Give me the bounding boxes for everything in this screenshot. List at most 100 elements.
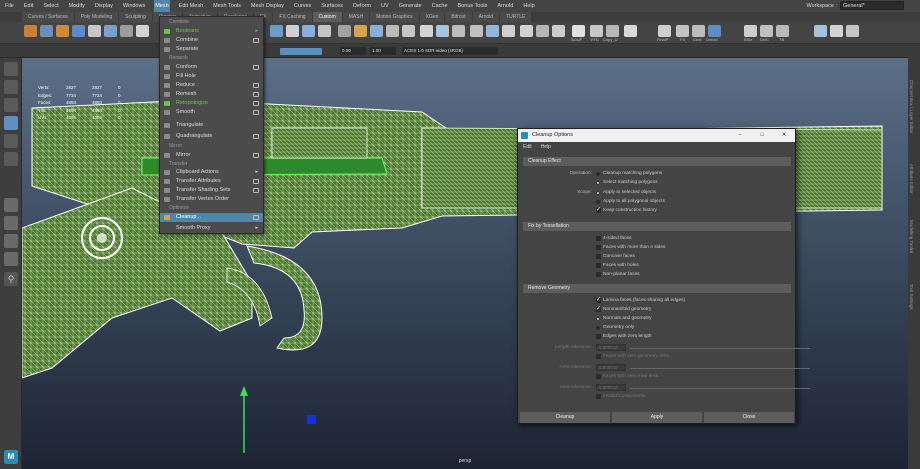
shelf-tool-icon[interactable]	[270, 25, 283, 37]
shelf-tool-icon[interactable]	[318, 25, 331, 37]
option-box-icon[interactable]	[253, 179, 259, 184]
layout-single-icon[interactable]	[4, 198, 18, 212]
option-box-icon[interactable]	[253, 134, 259, 139]
menu-item-combine[interactable]: Combine	[160, 36, 263, 45]
shelf-ffd-icon[interactable]	[590, 25, 603, 37]
shelf-tool-icon[interactable]	[814, 25, 827, 37]
shelf-tool-icon[interactable]	[420, 25, 433, 37]
radio-select-matching[interactable]: Select matching polygons	[596, 180, 658, 185]
maximize-icon[interactable]: □	[751, 129, 773, 142]
length-tolerance-slider[interactable]	[630, 348, 810, 349]
checkbox-zero-area-faces[interactable]: Faces with zero geometry area	[596, 354, 669, 359]
checkbox-lamina[interactable]: Lamina faces (faces sharing all edges)	[596, 296, 685, 303]
length-tolerance-field[interactable]: 0.000010	[596, 344, 626, 351]
radio-geometry-only[interactable]: Geometry only	[596, 325, 634, 330]
dialog-menu-help[interactable]: Help	[541, 142, 551, 152]
menu-select[interactable]: Select	[42, 0, 59, 12]
shelf-tool-icon[interactable]	[402, 25, 415, 37]
maya-logo-icon[interactable]: M	[4, 450, 18, 464]
shelf-bsie-icon[interactable]	[744, 25, 757, 37]
menu-item-smooth[interactable]: Smooth	[160, 108, 263, 117]
menu-item-separate[interactable]: Separate	[160, 45, 263, 54]
tab-tool-settings[interactable]: Tool Settings	[909, 284, 914, 310]
search-icon[interactable]: ⚲	[4, 272, 18, 286]
shelf-tool-icon[interactable]	[624, 25, 637, 37]
shelf-tool-icon[interactable]	[286, 25, 299, 37]
checkbox-holes[interactable]: Faces with holes	[596, 263, 639, 268]
menu-item-triangulate[interactable]: Triangulate	[160, 121, 263, 130]
shelf-tab[interactable]: MASH	[342, 12, 370, 22]
area-tolerance-field[interactable]: 0.000010	[596, 364, 626, 371]
menu-item-smooth-proxy[interactable]: Smooth Proxy ▸	[160, 224, 263, 233]
close-button[interactable]: Close	[704, 412, 794, 423]
shelf-tool-icon[interactable]	[536, 25, 549, 37]
shelf-tab[interactable]: Arnold	[472, 12, 500, 22]
shelf-tool-icon[interactable]	[88, 25, 101, 37]
menu-generate[interactable]: Generate	[398, 0, 423, 12]
lasso-tool-icon[interactable]	[4, 80, 18, 94]
option-box-icon[interactable]	[253, 110, 259, 115]
menu-item-retopologize[interactable]: Retopologize	[160, 99, 263, 108]
shelf-tab[interactable]: Curves / Surfaces	[22, 12, 74, 22]
menu-help[interactable]: Help	[522, 0, 535, 12]
option-box-icon[interactable]	[253, 188, 259, 193]
menu-item-transfer-attributes[interactable]: Transfer Attributes	[160, 177, 263, 186]
move-tool-icon[interactable]	[4, 116, 18, 130]
menu-edit[interactable]: Edit	[23, 0, 34, 12]
select-tool-icon[interactable]	[4, 62, 18, 76]
shelf-tool-icon[interactable]	[302, 25, 315, 37]
shelf-tool-icon[interactable]	[56, 25, 69, 37]
layout-four-icon[interactable]	[4, 216, 18, 230]
menu-item-remesh[interactable]: Remesh	[160, 90, 263, 99]
menu-arnold[interactable]: Arnold	[496, 0, 514, 12]
tab-channel-box[interactable]: Channel Box / Layer Editor	[909, 80, 914, 134]
radio-cleanup-matching[interactable]: Cleanup matching polygons	[596, 171, 662, 176]
menu-item-booleans[interactable]: Booleans ▸	[160, 27, 263, 36]
shelf-tool-icon[interactable]	[486, 25, 499, 37]
option-box-icon[interactable]	[253, 215, 259, 220]
shelf-tab[interactable]: Motion Graphics	[370, 12, 419, 22]
menu-uv[interactable]: UV	[380, 0, 390, 12]
menu-item-cleanup[interactable]: Cleanup...	[160, 213, 263, 222]
menu-curves[interactable]: Curves	[293, 0, 312, 12]
shelf-cent-icon[interactable]	[692, 25, 705, 37]
shelf-tool-icon[interactable]	[452, 25, 465, 37]
shelf-tool-icon[interactable]	[502, 25, 515, 37]
shelf-tb-icon[interactable]	[776, 25, 789, 37]
apply-button[interactable]: Apply	[612, 412, 702, 423]
dialog-titlebar[interactable]: Cleanup Options – □ ✕	[518, 129, 795, 142]
option-box-icon[interactable]	[253, 83, 259, 88]
shelf-tab[interactable]: Bifrost	[445, 12, 472, 22]
checkbox-zero-map-area[interactable]: Faces with zero map area	[596, 374, 658, 379]
shelf-tool-icon[interactable]	[338, 25, 351, 37]
shelf-finalp-icon[interactable]	[658, 25, 671, 37]
shelf-tool-icon[interactable]	[104, 25, 117, 37]
shelf-tool-icon[interactable]	[520, 25, 533, 37]
shelf-tool-icon[interactable]	[354, 25, 367, 37]
close-icon[interactable]: ✕	[773, 129, 795, 142]
shelf-tool-icon[interactable]	[72, 25, 85, 37]
shelf-soup-icon[interactable]	[572, 25, 585, 37]
shelf-tab[interactable]: Poly Modeling	[74, 12, 119, 22]
shelf-tab[interactable]: XGen	[419, 12, 445, 22]
menu-modify[interactable]: Modify	[68, 0, 86, 12]
menu-item-fill-hole[interactable]: Fill Hole	[160, 72, 263, 81]
layout-two-icon[interactable]	[4, 234, 18, 248]
menu-mesh-tools[interactable]: Mesh Tools	[212, 0, 242, 12]
shelf-tool-icon[interactable]	[24, 25, 37, 37]
shelf-unfold-icon[interactable]	[708, 25, 721, 37]
menu-item-quadrangulate[interactable]: Quadrangulate	[160, 132, 263, 141]
tab-attribute-editor[interactable]: Attribute Editor	[909, 164, 914, 194]
paint-select-icon[interactable]	[4, 98, 18, 112]
shelf-tab[interactable]: Sculpting	[119, 12, 152, 22]
checkbox-nonmanifold[interactable]: Nonmanifold geometry	[596, 305, 651, 312]
menu-deform[interactable]: Deform	[352, 0, 372, 12]
menu-edit-mesh[interactable]: Edit Mesh	[178, 0, 204, 12]
option-box-icon[interactable]	[253, 38, 259, 43]
shelf-tool-icon[interactable]	[552, 25, 565, 37]
cleanup-button[interactable]: Cleanup	[520, 412, 610, 423]
minimize-icon[interactable]: –	[729, 129, 751, 142]
shelf-tool-icon[interactable]	[370, 25, 383, 37]
colorspace-dropdown[interactable]: ACES 1.0 SDR-video (sRGB)	[402, 47, 498, 55]
section-fix-by-tessellation[interactable]: Fix by Tessellation	[523, 222, 791, 231]
